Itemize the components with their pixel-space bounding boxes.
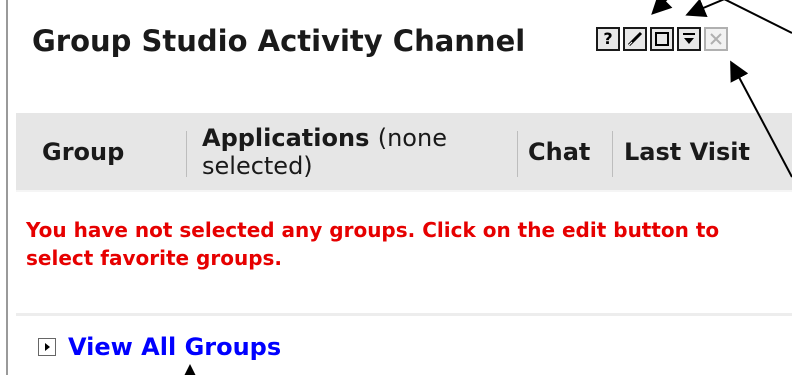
portlet-panel: Group Studio Activity Channel ? Group Ap… xyxy=(6,0,792,375)
no-groups-message: You have not selected any groups. Click … xyxy=(26,218,720,270)
maximize-button[interactable] xyxy=(650,27,674,51)
view-all-groups-label: View All Groups xyxy=(68,333,282,361)
column-header-applications[interactable]: Applications (none selected) xyxy=(202,113,520,190)
column-header-group[interactable]: Group xyxy=(42,113,124,190)
column-separator xyxy=(612,131,613,177)
column-separator xyxy=(517,131,518,177)
column-header-chat[interactable]: Chat xyxy=(528,113,590,190)
help-button[interactable]: ? xyxy=(596,27,620,51)
table-header-row: Group Applications (none selected) Chat … xyxy=(16,113,792,192)
column-header-last-visit[interactable]: Last Visit xyxy=(624,113,750,190)
portlet-toolbar: ? xyxy=(596,27,728,55)
help-icon: ? xyxy=(603,29,613,48)
close-button[interactable] xyxy=(704,27,728,51)
expand-arrow-icon xyxy=(38,338,56,356)
edit-icon xyxy=(627,31,643,47)
portlet-title: Group Studio Activity Channel xyxy=(32,24,526,58)
close-icon xyxy=(710,33,722,45)
minimize-button[interactable] xyxy=(677,27,701,51)
edit-button[interactable] xyxy=(623,27,647,51)
column-separator xyxy=(186,131,187,177)
view-all-groups-link[interactable]: View All Groups xyxy=(38,333,281,361)
footer-divider xyxy=(16,313,792,316)
maximize-icon xyxy=(655,32,669,46)
minimize-icon xyxy=(683,33,695,44)
